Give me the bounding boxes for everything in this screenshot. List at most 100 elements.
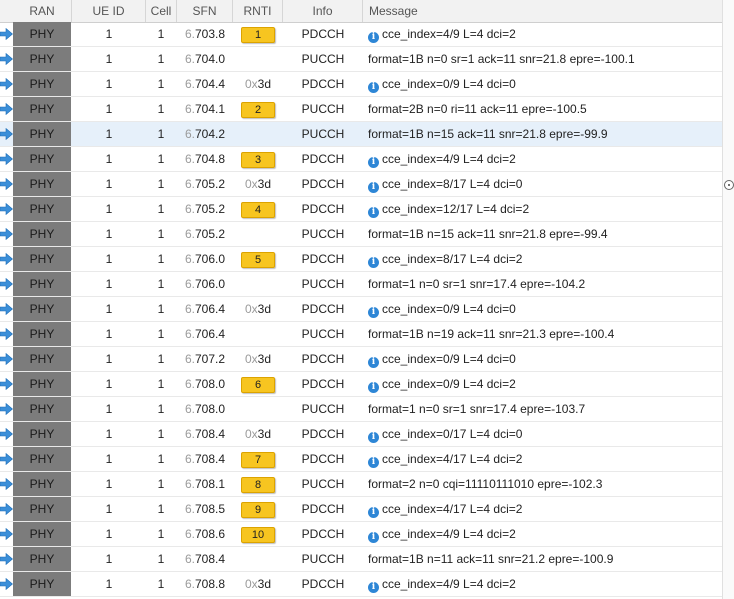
sfn-prefix: 6.: [184, 202, 195, 216]
table-row[interactable]: PHY 1 1 6.708.5 9 PDCCH i cce_index=4/17 L=4 dc…: [0, 497, 722, 522]
sfn-cell: 6.706.0: [177, 247, 233, 271]
table-row[interactable]: PHY 1 1 6.706.4 0x3d PDCCH i cce_index=0/9 L=4 …: [0, 297, 722, 322]
info-icon[interactable]: i: [368, 82, 379, 93]
table-row[interactable]: PHY 1 1 6.705.2 PUCCH format=1B n=15 ack=11 s…: [0, 222, 722, 247]
info-icon[interactable]: i: [368, 582, 379, 593]
scroll-handle-icon[interactable]: [724, 180, 734, 190]
rnti-badge[interactable]: 2: [241, 102, 275, 118]
table-row[interactable]: PHY 1 1 6.706.0 PUCCH format=1 n=0 sr=1 snr=1…: [0, 272, 722, 297]
rnti-badge[interactable]: 6: [241, 377, 275, 393]
column-header-ue-id[interactable]: UE ID: [72, 0, 146, 22]
table-row[interactable]: PHY 1 1 6.707.2 0x3d PDCCH i cce_index=0/9 L=4 …: [0, 347, 722, 372]
column-header-cell[interactable]: Cell: [146, 0, 177, 22]
rnti-badge[interactable]: 9: [241, 502, 275, 518]
table-row[interactable]: PHY 1 1 6.703.8 1 PDCCH i cce_index=4/9 L=4 dci…: [0, 22, 722, 47]
info-cell: PUCCH: [301, 227, 345, 241]
sfn-value: 707.2: [194, 352, 226, 366]
cell-id-cell: 1: [157, 127, 165, 141]
rnti-badge[interactable]: 10: [241, 527, 275, 543]
table-row[interactable]: PHY 1 1 6.704.1 2 PUCCH format=2B n=0 ri=11 ac…: [0, 97, 722, 122]
info-icon[interactable]: i: [368, 182, 379, 193]
table-row[interactable]: PHY 1 1 6.708.4 7 PDCCH i cce_index=4/17 L=4 dc…: [0, 447, 722, 472]
sfn-cell: 6.708.6: [177, 522, 233, 546]
message-text: cce_index=4/17 L=4 dci=2: [382, 452, 523, 466]
info-cell: PDCCH: [301, 577, 345, 591]
sfn-value: 704.1: [194, 102, 226, 116]
cell-id-cell: 1: [157, 327, 165, 341]
message-cell: format=2B n=0 ri=11 ack=11 epre=-100.5: [368, 97, 722, 121]
info-icon[interactable]: i: [368, 157, 379, 168]
column-header-rnti[interactable]: RNTI: [233, 0, 283, 22]
table-row[interactable]: PHY 1 1 6.704.8 3 PDCCH i cce_index=4/9 L=4 dci…: [0, 147, 722, 172]
rnti-badge[interactable]: 3: [241, 152, 275, 168]
info-icon[interactable]: i: [368, 382, 379, 393]
message-cell: i cce_index=0/9 L=4 dci=0: [368, 347, 722, 371]
table-row[interactable]: PHY 1 1 6.704.2 PUCCH format=1B n=15 ack=11 s…: [0, 122, 722, 147]
table-row[interactable]: PHY 1 1 6.704.4 0x3d PDCCH i cce_index=0/9 L=4 …: [0, 72, 722, 97]
table-row[interactable]: PHY 1 1 6.705.2 4 PDCCH i cce_index=12/17 L=4 d…: [0, 197, 722, 222]
info-cell: PUCCH: [301, 52, 345, 66]
table-row[interactable]: PHY 1 1 6.708.0 PUCCH format=1 n=0 sr=1 snr=1…: [0, 397, 722, 422]
table-row[interactable]: PHY 1 1 6.708.1 8 PUCCH format=2 n=0 cqi=11110…: [0, 472, 722, 497]
table-row[interactable]: PHY 1 1 6.706.4 PUCCH format=1B n=19 ack=11 s…: [0, 322, 722, 347]
rnti-badge[interactable]: 1: [241, 27, 275, 43]
rnti-prefix: 0x: [244, 177, 258, 191]
column-header-sfn[interactable]: SFN: [177, 0, 233, 22]
arrow-right-icon: [0, 478, 13, 490]
rnti-cell: 2: [233, 97, 283, 121]
sfn-cell: 6.708.4: [177, 547, 233, 571]
table-row[interactable]: PHY 1 1 6.708.6 10 PDCCH i cce_index=4/9 L=4 dc…: [0, 522, 722, 547]
table-row[interactable]: PHY 1 1 6.706.0 5 PDCCH i cce_index=8/17 L=4 dc…: [0, 247, 722, 272]
sfn-cell: 6.706.4: [177, 322, 233, 346]
sfn-value: 706.4: [194, 302, 226, 316]
sfn-value: 708.4: [194, 452, 226, 466]
table-row[interactable]: PHY 1 1 6.708.0 6 PDCCH i cce_index=0/9 L=4 dci…: [0, 372, 722, 397]
table-row[interactable]: PHY 1 1 6.708.8 0x3d PDCCH i cce_index=4/9 L=4 …: [0, 572, 722, 597]
sfn-prefix: 6.: [184, 327, 195, 341]
ran-cell: PHY: [13, 247, 71, 271]
table-row[interactable]: PHY 1 1 6.708.4 0x3d PDCCH i cce_index=0/17 L=4…: [0, 422, 722, 447]
rnti-badge[interactable]: 5: [241, 252, 275, 268]
ue-id-cell: 1: [105, 102, 113, 116]
info-icon[interactable]: i: [368, 457, 379, 468]
vertical-scrollbar[interactable]: [722, 0, 734, 599]
column-header-ran[interactable]: RAN: [13, 0, 72, 22]
ran-cell: PHY: [13, 272, 71, 296]
rnti-value: 3d: [257, 177, 272, 191]
sfn-value: 708.4: [194, 552, 226, 566]
message-cell: format=1B n=11 ack=11 snr=21.2 epre=-100…: [368, 547, 722, 571]
rnti-badge[interactable]: 8: [241, 477, 275, 493]
message-text: cce_index=4/9 L=4 dci=2: [382, 152, 516, 166]
cell-id-cell: 1: [157, 277, 165, 291]
sfn-cell: 6.704.0: [177, 47, 233, 71]
info-cell: PUCCH: [301, 327, 345, 341]
message-cell: format=1B n=15 ack=11 snr=21.8 epre=-99.…: [368, 122, 722, 146]
message-text: format=1B n=19 ack=11 snr=21.3 epre=-100…: [368, 327, 615, 341]
rnti-badge[interactable]: 7: [241, 452, 275, 468]
info-icon[interactable]: i: [368, 257, 379, 268]
rnti-prefix: 0x: [244, 352, 258, 366]
message-cell: format=1 n=0 sr=1 snr=17.4 epre=-104.2: [368, 272, 722, 296]
info-icon[interactable]: i: [368, 507, 379, 518]
sfn-value: 705.2: [194, 202, 226, 216]
table-row[interactable]: PHY 1 1 6.704.0 PUCCH format=1B n=0 sr=1 ack=…: [0, 47, 722, 72]
cell-id-cell: 1: [157, 52, 165, 66]
info-icon[interactable]: i: [368, 357, 379, 368]
info-icon[interactable]: i: [368, 307, 379, 318]
cell-id-cell: 1: [157, 202, 165, 216]
message-cell: i cce_index=0/9 L=4 dci=0: [368, 297, 722, 321]
info-icon[interactable]: i: [368, 207, 379, 218]
column-header-info[interactable]: Info: [283, 0, 363, 22]
info-cell: PDCCH: [301, 452, 345, 466]
sfn-value: 708.6: [194, 527, 226, 541]
message-cell: i cce_index=8/17 L=4 dci=0: [368, 172, 722, 196]
info-icon[interactable]: i: [368, 532, 379, 543]
rnti-badge[interactable]: 4: [241, 202, 275, 218]
ran-cell: PHY: [13, 172, 71, 196]
table-row[interactable]: PHY 1 1 6.708.4 PUCCH format=1B n=11 ack=11 s…: [0, 547, 722, 572]
info-icon[interactable]: i: [368, 432, 379, 443]
info-icon[interactable]: i: [368, 32, 379, 43]
table-row[interactable]: PHY 1 1 6.705.2 0x3d PDCCH i cce_index=8/17 L=4…: [0, 172, 722, 197]
column-header-message[interactable]: Message: [363, 0, 722, 22]
cell-id-cell: 1: [157, 502, 165, 516]
